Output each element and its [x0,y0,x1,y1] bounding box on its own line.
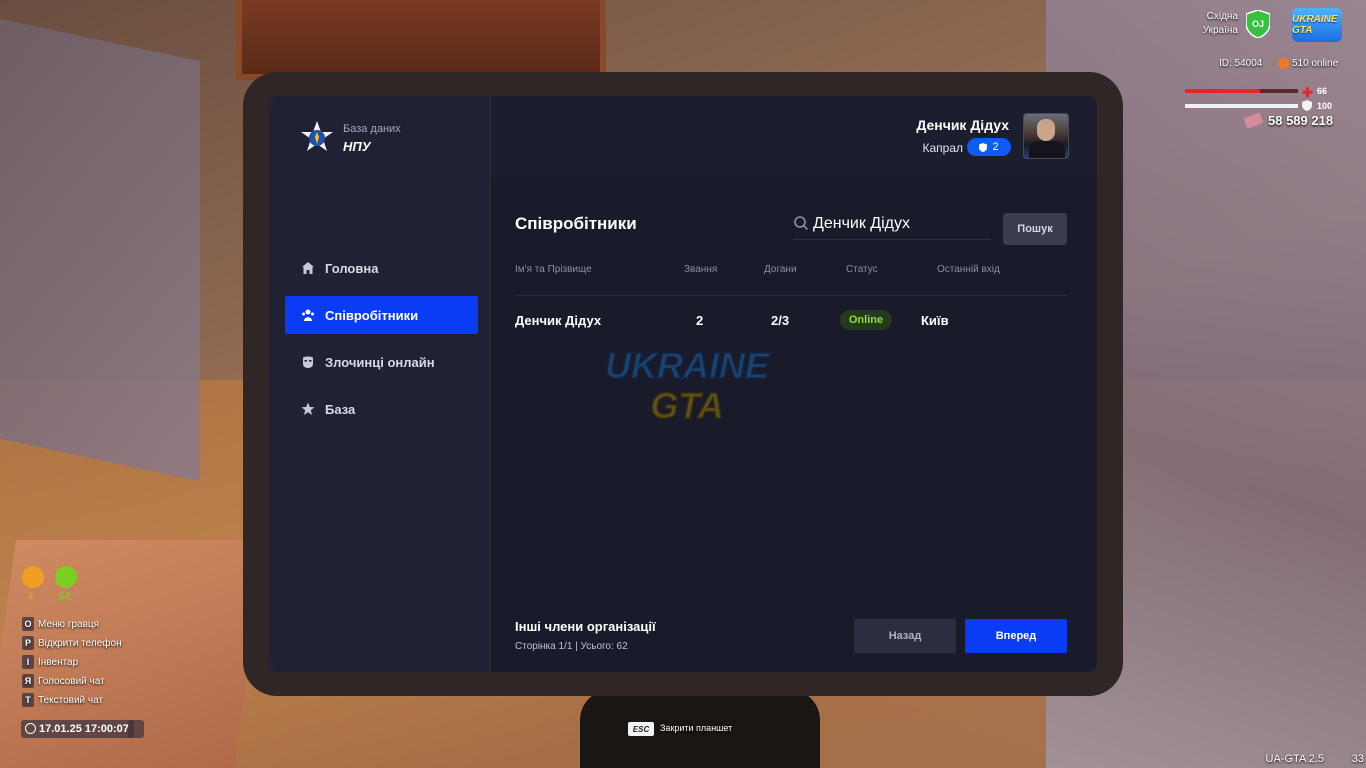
region-name: Східна Україна [1202,11,1238,36]
nav-label: Головна [325,260,379,276]
avatar[interactable] [1023,113,1069,159]
sidebar: База даних НПУ Головна Співробітники Зло… [269,96,491,672]
online-icon [1278,58,1289,69]
hotkey-player-menu: O Меню гравця [22,617,99,631]
nav-label: Злочинці онлайн [325,354,435,370]
player-id: ID: 54004 [1219,58,1263,69]
search-button[interactable]: Пошук [1003,213,1067,245]
nav-home[interactable]: Головна [285,249,478,287]
tablet-screen: База даних НПУ Головна Співробітники Зло… [269,96,1097,672]
logo-title: НПУ [343,139,371,154]
nav-database[interactable]: База [285,390,478,428]
watermark-line1: UKRAINE [605,345,770,386]
microphone-icon [128,720,144,738]
column-header-last-login: Останній вхід [937,264,1000,275]
game-door [236,0,606,80]
page-title: Співробітники [515,214,637,233]
health-bar [1185,89,1298,93]
hotkey-text-chat: T Текстовий чат [22,693,103,707]
cell-name: Денчик Дідух [515,313,602,328]
police-tablet: База даних НПУ Головна Співробітники Зло… [243,72,1123,696]
health-icon: ✚ [1302,85,1313,100]
star-icon [301,402,315,416]
game-clock: 17.01.25 17:00:07 [21,720,134,738]
close-tablet-hint: Закрити планшет [660,723,733,733]
home-icon [301,261,315,275]
column-header-reprimands: Догани [764,264,797,275]
hunger-icon [22,566,44,588]
column-header-status: Статус [846,264,878,275]
armor-value: 100 [1317,101,1333,111]
server-watermark: UKRAINE GTA [604,344,770,427]
police-star-logo [301,121,333,151]
online-count: 510 online [1292,58,1339,69]
hotkey-inventory: I Інвентар [22,655,78,669]
status-badge: Online [840,310,892,330]
user-header: Денчик Дідух Капрал 2 [491,96,1097,178]
pagination-info: Сторінка 1/1 | Усього: 62 [515,641,628,652]
hotkey-voice-chat: Я Голосовий чат [22,674,105,688]
search-field[interactable] [793,210,991,240]
hotkey-phone: P Відкрити телефон [22,636,122,650]
column-header-name: Ім'я та Прізвище [515,264,592,275]
next-button[interactable]: Вперед [965,619,1067,653]
server-logo: UKRAINE GTA [1292,8,1342,42]
user-rank: Капрал [922,141,963,155]
greenzone-icon [55,566,77,588]
nav-label: Співробітники [325,307,419,323]
column-header-rank: Звання [684,264,718,275]
cell-reprimands: 2/3 [771,313,790,328]
cell-rank: 2 [696,313,704,328]
nav-employees[interactable]: Співробітники [285,296,478,334]
shield-icon [979,142,988,152]
health-value: 66 [1317,86,1328,96]
watermark-line2: GTA [650,385,723,426]
rank-badge: 2 [967,138,1011,156]
hunger-value: 0 [28,591,34,601]
rank-number: 2 [992,141,999,153]
back-button[interactable]: Назад [854,619,956,653]
svg-text:OJ: OJ [1252,19,1264,29]
region-badge-icon: OJ [1246,10,1270,38]
user-name: Денчик Дідух [916,117,1009,133]
logo-subtitle: База даних [343,123,401,135]
game-version: UA-GTA 2.5 [1265,753,1324,765]
cell-last-login: Київ [921,313,949,328]
greenzone-label: GZ [58,591,71,601]
mask-icon [301,355,315,369]
search-icon [794,216,809,231]
table-divider [515,295,1067,296]
users-icon [301,308,315,322]
game-wardrobe [0,18,200,482]
esc-key[interactable]: ESC [628,722,654,736]
armor-bar [1185,104,1298,108]
money-amount: 58 589 218 [1268,113,1334,128]
fps-counter: 33 [1351,753,1364,765]
search-input[interactable] [813,212,989,236]
footer-title: Інші члени організації [515,619,656,634]
nav-label: База [325,401,356,417]
clock-icon [25,723,36,734]
nav-criminals-online[interactable]: Злочинці онлайн [285,343,478,381]
armor-icon [1302,100,1312,111]
